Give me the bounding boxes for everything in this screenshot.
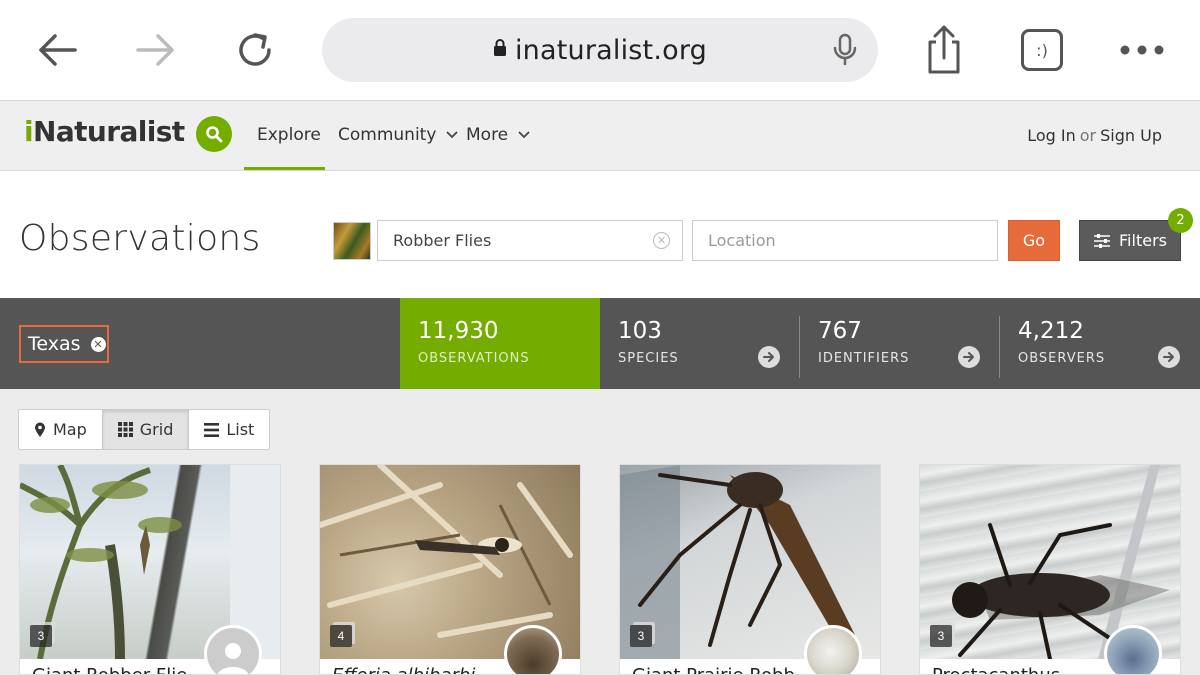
stat-observers[interactable]: 4,212 OBSERVERS [1000,298,1200,389]
location-placeholder: Location [708,231,776,250]
logo-leaf-letter: i [24,115,34,148]
chevron-down-icon [517,131,530,139]
remove-place-icon[interactable]: ✕ [90,336,106,352]
reload-icon[interactable] [229,24,281,76]
logo-wordmark: Naturalist [33,115,185,148]
grid-view-label: Grid [139,420,174,439]
user-avatar[interactable] [504,625,562,674]
arrow-right-icon[interactable] [758,346,780,368]
location-input[interactable]: Location [692,220,998,261]
nav-more-label: More [466,125,509,145]
observation-card[interactable]: 3 Giant Prairie Robb [619,464,881,675]
photo-count-badge: 3 [930,625,952,647]
map-view-button[interactable]: Map [19,410,103,449]
share-icon[interactable] [918,24,970,76]
place-filter-chip[interactable]: Texas ✕ [19,325,109,363]
page-title: Observations [19,218,261,259]
place-filter-label: Texas [28,333,81,355]
nav-community[interactable]: Community [338,125,458,145]
stat-label: OBSERVERS [1018,351,1106,366]
active-nav-underline [244,167,325,170]
default-user-icon [217,643,249,674]
nav-explore[interactable]: Explore [257,125,321,145]
microphone-icon[interactable] [832,32,858,73]
photo-count-badge: 3 [630,625,652,647]
auth-links: Log In or Sign Up [1027,126,1162,145]
arrow-right-icon[interactable] [1158,346,1180,368]
observation-card[interactable]: 3 Proctacanthus [919,464,1181,675]
tabs-label: :) [1021,29,1063,71]
user-avatar[interactable] [1104,625,1162,674]
sliders-icon [1094,233,1111,248]
grid-icon [117,422,133,437]
arrow-right-icon[interactable] [958,346,980,368]
more-icon[interactable] [1116,24,1168,76]
list-view-button[interactable]: List [189,410,269,449]
stat-value: 4,212 [1018,318,1084,344]
back-arrow-icon[interactable] [31,24,83,76]
site-header: iNaturalist Explore Community More Log I… [0,101,1200,171]
url-text: inaturalist.org [514,34,708,66]
go-button[interactable]: Go [1008,220,1060,261]
nav-more[interactable]: More [466,125,530,145]
observation-title[interactable]: Efferia albibarbi [332,665,475,674]
observation-title[interactable]: Giant Prairie Robb [632,665,795,674]
inaturalist-logo[interactable]: iNaturalist [24,115,185,148]
observation-title[interactable]: Proctacanthus [932,665,1060,674]
stat-value: 11,930 [418,318,499,344]
stat-label: IDENTIFIERS [818,351,910,366]
filters-label: Filters [1119,231,1167,250]
signup-link[interactable]: Sign Up [1100,126,1162,145]
filters-button[interactable]: Filters [1079,220,1181,261]
login-link[interactable]: Log In [1027,126,1076,145]
tabs-icon[interactable]: :) [1016,24,1068,76]
address-bar[interactable]: inaturalist.org [322,18,878,82]
stat-label: OBSERVATIONS [418,351,530,366]
search-icon[interactable] [196,116,232,152]
stat-species[interactable]: 103 SPECIES [600,298,800,389]
map-view-label: Map [53,420,87,439]
user-avatar[interactable] [804,625,862,674]
stat-identifiers[interactable]: 767 IDENTIFIERS [800,298,1000,389]
photo-count-badge: 3 [30,625,52,647]
list-view-label: List [226,420,255,439]
nav-community-label: Community [338,125,437,145]
lock-icon [493,38,507,62]
user-avatar[interactable] [204,625,262,674]
observation-title[interactable]: Giant Robber Flie [32,665,187,674]
stat-value: 103 [618,318,662,344]
auth-or-text: or [1079,126,1097,145]
grid-view-button[interactable]: Grid [102,410,190,449]
observation-card[interactable]: 3 Giant Robber Flie [19,464,281,675]
stat-label: SPECIES [618,351,679,366]
taxon-thumbnail [333,222,371,260]
observation-card[interactable]: 4 Efferia albibarbi [319,464,581,675]
map-pin-icon [35,422,45,437]
stat-observations[interactable]: 11,930 OBSERVATIONS [400,298,600,389]
chevron-down-icon [446,131,458,139]
forward-arrow-icon[interactable] [130,24,182,76]
list-icon [204,422,220,437]
taxon-search-value: Robber Flies [393,231,492,250]
filters-count-badge: 2 [1168,208,1193,233]
clear-icon[interactable]: ✕ [653,232,670,249]
photo-count-badge: 4 [330,625,352,647]
taxon-search-input[interactable]: Robber Flies ✕ [377,220,683,261]
stat-value: 767 [818,318,862,344]
view-toggle: Map Grid List [18,409,271,450]
browser-toolbar: inaturalist.org :) [0,0,1200,101]
